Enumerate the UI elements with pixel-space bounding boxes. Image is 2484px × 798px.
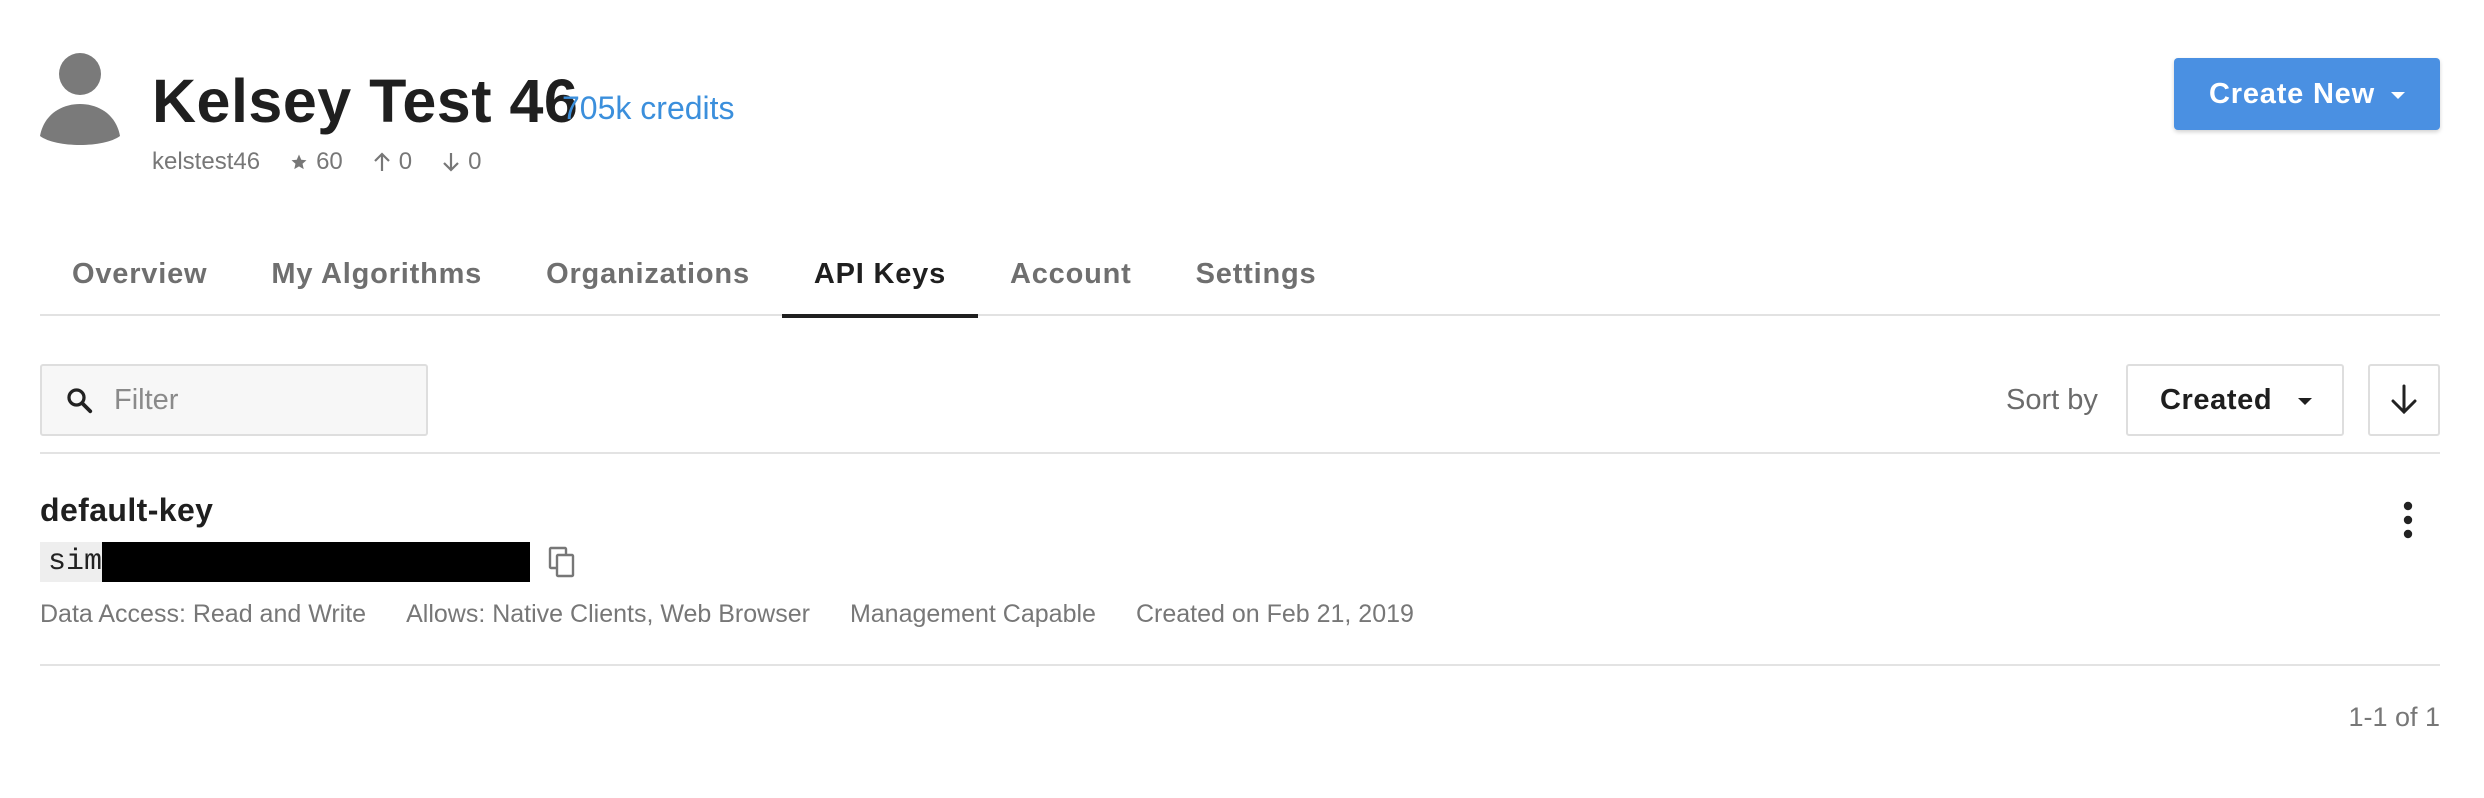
divider xyxy=(40,664,2440,666)
api-key-prefix: sim xyxy=(40,542,103,582)
arrow-down-icon xyxy=(443,153,459,172)
followers-count: 0 xyxy=(398,148,413,175)
api-key-value: sim xyxy=(40,542,576,582)
following-stat: 0 xyxy=(442,148,481,176)
caret-down-icon xyxy=(2298,398,2313,405)
data-access: Data Access: Read and Write xyxy=(40,600,367,628)
avatar xyxy=(40,53,120,145)
following-count: 0 xyxy=(468,148,482,175)
stars-stat: 60 xyxy=(290,148,343,176)
api-key-details: Data Access: Read and Write Allows: Nati… xyxy=(40,600,1414,629)
search-icon xyxy=(67,388,93,414)
profile-tabs: Overview My Algorithms Organizations API… xyxy=(40,252,2440,318)
profile-name: Kelsey Test 46 xyxy=(152,67,579,135)
create-new-button[interactable]: Create New xyxy=(2174,58,2440,130)
stars-count: 60 xyxy=(316,148,343,175)
arrow-down-icon xyxy=(2391,384,2417,415)
create-new-label: Create New xyxy=(2209,77,2375,110)
tab-my-algorithms[interactable]: My Algorithms xyxy=(239,252,514,316)
created-date: Created on Feb 21, 2019 xyxy=(1135,600,1414,628)
api-key-redacted xyxy=(102,542,531,582)
tab-api-keys[interactable]: API Keys xyxy=(781,252,979,318)
sort-value: Created xyxy=(2160,383,2273,416)
followers-stat: 0 xyxy=(373,148,412,176)
caret-down-icon xyxy=(2390,92,2405,99)
management-capable: Management Capable xyxy=(849,600,1096,628)
star-icon xyxy=(291,154,307,170)
arrow-up-icon xyxy=(373,152,390,171)
tab-organizations[interactable]: Organizations xyxy=(514,252,782,316)
tab-settings[interactable]: Settings xyxy=(1164,252,1349,316)
username: kelstest46 xyxy=(152,148,261,175)
more-vertical-icon[interactable] xyxy=(2390,498,2426,542)
sort-select[interactable]: Created xyxy=(2126,364,2344,436)
tab-account[interactable]: Account xyxy=(978,252,1164,316)
filter-input[interactable] xyxy=(114,370,414,430)
api-key-name: default-key xyxy=(40,492,214,528)
pagination-summary: 1-1 of 1 xyxy=(2348,702,2440,732)
filter-box xyxy=(40,364,428,436)
tab-overview[interactable]: Overview xyxy=(40,252,239,316)
credits-link[interactable]: 705k credits xyxy=(562,90,735,127)
divider xyxy=(40,452,2440,454)
copy-icon[interactable] xyxy=(548,546,576,578)
sort-direction-button[interactable] xyxy=(2368,364,2440,436)
api-keys-page: Kelsey Test 46 705k credits kelstest46 6… xyxy=(0,0,2484,798)
profile-meta: kelstest46 60 0 0 xyxy=(152,148,481,176)
allowed-clients: Allows: Native Clients, Web Browser xyxy=(406,600,810,628)
sort-by-label: Sort by xyxy=(2006,384,2098,416)
